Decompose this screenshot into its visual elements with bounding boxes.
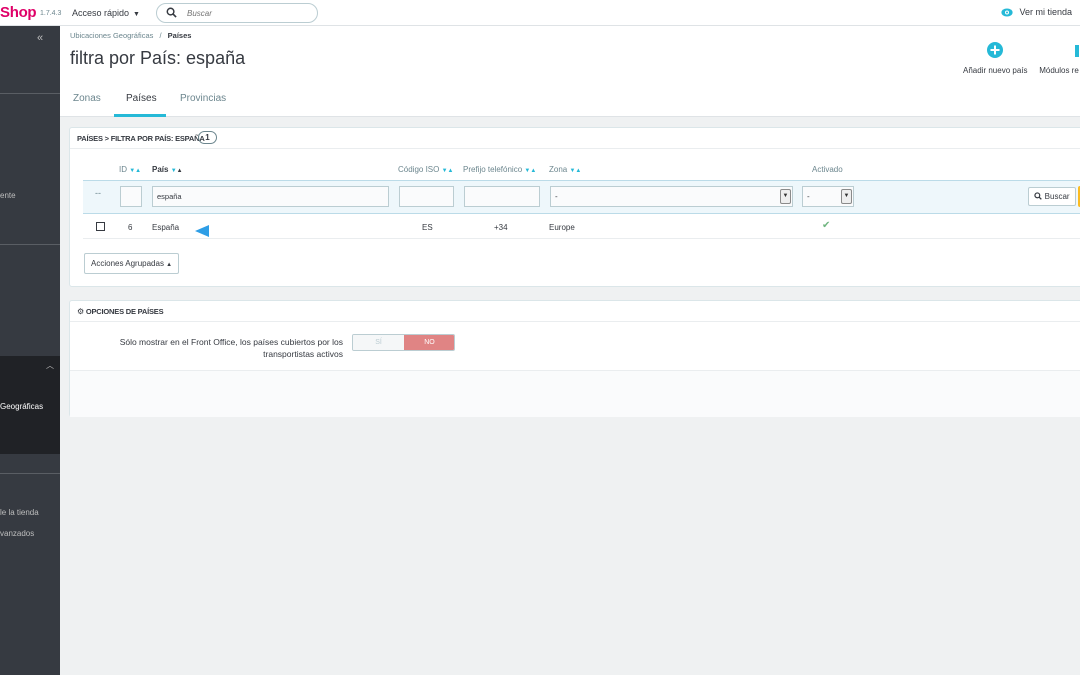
pointer-arrow-icon: [195, 225, 209, 237]
filter-zone-value: -: [555, 192, 558, 201]
puzzle-icon: [1075, 45, 1079, 57]
sidebar-item-label[interactable]: vanzados: [0, 529, 34, 538]
logo[interactable]: Shop: [0, 4, 37, 21]
cell-iso: ES: [422, 223, 433, 232]
sidebar-item-label: Geográficas: [0, 402, 44, 411]
sort-arrows-icon[interactable]: ▼▲: [442, 168, 454, 174]
country-options-panel: ⚙ Opciones de países Sólo mostrar en el …: [69, 300, 1080, 417]
column-label: Zona: [549, 165, 568, 174]
tab-countries[interactable]: Países: [126, 93, 157, 104]
plus-circle-icon: [987, 42, 1004, 58]
top-header: Shop 1.7.4.3 Acceso rápido ▼ Ver mi tien…: [0, 0, 1080, 26]
version-label: 1.7.4.3: [40, 10, 62, 17]
count-badge: 1: [198, 131, 217, 144]
cell-prefix: +34: [494, 223, 508, 232]
sidebar-item-label[interactable]: le la tienda: [0, 508, 39, 517]
column-label: País: [152, 165, 169, 174]
filter-iso-input[interactable]: [399, 186, 454, 207]
view-store-link[interactable]: Ver mi tienda: [1001, 7, 1072, 17]
eye-icon: [1001, 8, 1014, 17]
panel-footer: [70, 371, 1080, 417]
search-icon: [1034, 192, 1043, 200]
add-country-label: Añadir nuevo país: [963, 66, 1028, 75]
page-head: Ubicaciones Geográficas / Países filtra …: [60, 26, 1080, 117]
bulk-actions-label: Acciones Agrupadas: [91, 259, 164, 268]
breadcrumb: Ubicaciones Geográficas / Países: [70, 31, 191, 40]
countries-list-panel: Países > Filtra por País: españa 1 ID ▼▲…: [69, 127, 1080, 287]
caret-down-icon: ▼: [131, 11, 140, 18]
search-input[interactable]: [187, 7, 307, 19]
sidebar-divider: [0, 473, 60, 474]
sidebar: « ente ︿ Geográficas le la tienda vanzad…: [0, 26, 60, 675]
column-label: ID: [119, 165, 127, 174]
sidebar-item-geographic[interactable]: ︿ Geográficas: [0, 356, 60, 454]
column-label: Prefijo telefónico: [463, 165, 523, 174]
row-checkbox[interactable]: [96, 222, 105, 231]
search-button[interactable]: Buscar: [1028, 187, 1076, 206]
bulk-actions-button[interactable]: Acciones Agrupadas ▲: [84, 253, 180, 274]
column-header-zone[interactable]: Zona ▼▲: [549, 165, 581, 174]
breadcrumb-current: Países: [167, 31, 192, 40]
page-title: filtra por País: españa: [70, 48, 246, 68]
add-country-button[interactable]: Añadir nuevo país: [963, 42, 1028, 75]
chevron-up-icon: ︿: [46, 361, 54, 370]
column-header-id[interactable]: ID ▼▲: [119, 165, 141, 174]
cell-id: 6: [128, 223, 133, 232]
header-search: [156, 3, 318, 23]
column-header-country[interactable]: País ▼▲: [152, 165, 183, 174]
chevron-down-icon: ▼: [841, 189, 852, 204]
filter-zone-select[interactable]: - ▼: [550, 186, 793, 207]
column-label: Código ISO: [398, 165, 440, 174]
sidebar-divider: [0, 93, 60, 94]
filter-dash: --: [95, 188, 101, 198]
active-tab-indicator: [114, 114, 166, 117]
sidebar-item-label[interactable]: ente: [0, 191, 16, 200]
toggle-no[interactable]: NO: [404, 335, 454, 350]
view-store-label: Ver mi tienda: [1019, 7, 1072, 17]
quick-access-menu[interactable]: Acceso rápido ▼: [72, 8, 140, 18]
search-button-label: Buscar: [1044, 192, 1070, 201]
search-icon[interactable]: [166, 7, 177, 18]
check-icon[interactable]: ✔: [822, 220, 830, 231]
cell-zone: Europe: [549, 223, 575, 232]
filter-prefix-input[interactable]: [464, 186, 540, 207]
cell-country: España: [152, 223, 180, 232]
panel-title: Opciones de países: [85, 307, 164, 316]
filter-row: -- -▼ -▼ Buscar: [83, 180, 1080, 214]
sort-arrows-icon[interactable]: ▼▲: [524, 168, 536, 174]
sort-arrows-icon[interactable]: ▼▲: [129, 168, 141, 174]
sidebar-divider: [0, 244, 60, 245]
quick-access-label: Acceso rápido: [72, 8, 130, 18]
panel-title: Países > Filtra por País: españa: [77, 134, 205, 143]
toggle-yes[interactable]: SÍ: [353, 335, 404, 350]
panel-title-wrap: ⚙ Opciones de países: [77, 307, 164, 316]
filter-active-value: -: [807, 192, 810, 201]
panel-heading: Países > Filtra por País: españa 1: [70, 128, 1080, 149]
column-header-iso[interactable]: Código ISO ▼▲: [398, 165, 453, 174]
tab-zones[interactable]: Zonas: [73, 93, 101, 104]
modules-button[interactable]: Módulos re: [1039, 42, 1079, 75]
modules-label: Módulos re: [1039, 66, 1079, 75]
countries-restriction-toggle[interactable]: SÍ NO: [352, 334, 455, 351]
gears-icon: ⚙: [77, 307, 84, 316]
filter-active-select[interactable]: - ▼: [802, 186, 854, 207]
option-label: Sólo mostrar en el Front Office, los paí…: [119, 337, 343, 359]
table-row[interactable]: 6 España ES +34 Europe ✔: [83, 215, 1080, 239]
caret-up-icon: ▲: [166, 262, 173, 268]
column-header-prefix[interactable]: Prefijo telefónico ▼▲: [463, 165, 536, 174]
filter-id-input[interactable]: [120, 186, 142, 207]
chevron-down-icon: ▼: [780, 189, 791, 204]
breadcrumb-separator: /: [159, 31, 162, 40]
sort-arrows-icon[interactable]: ▼▲: [569, 168, 581, 174]
filter-country-input[interactable]: [152, 186, 389, 207]
sort-asc-icon[interactable]: ▲: [177, 168, 183, 174]
column-header-active: Activado: [812, 165, 843, 174]
panel-heading: ⚙ Opciones de países: [70, 301, 1080, 322]
tab-provinces[interactable]: Provincias: [180, 93, 226, 104]
collapse-sidebar-icon[interactable]: «: [37, 32, 43, 44]
breadcrumb-parent[interactable]: Ubicaciones Geográficas: [70, 31, 153, 40]
